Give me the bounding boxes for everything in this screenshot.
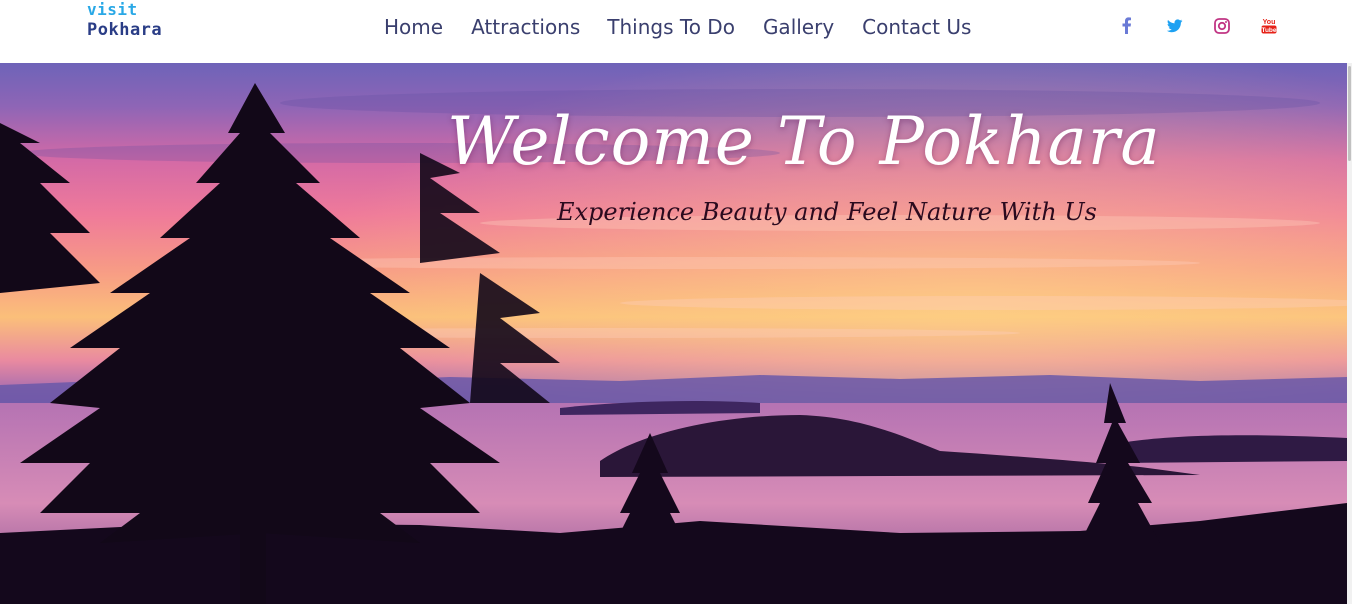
youtube-link[interactable]: You Tube [1260,14,1278,38]
twitter-icon [1166,19,1183,33]
nav-things-to-do[interactable]: Things To Do [607,15,735,39]
hero-subtitle: Experience Beauty and Feel Nature With U… [557,198,1097,226]
scrollbar-thumb[interactable] [1348,66,1351,161]
site-logo[interactable]: visit Pokhara [87,2,162,39]
facebook-link[interactable] [1119,14,1133,38]
svg-text:You: You [1263,19,1276,26]
nav-home[interactable]: Home [384,15,443,39]
youtube-icon: You Tube [1261,19,1276,34]
site-header: visit Pokhara Home Attractions Things To… [0,0,1352,63]
facebook-icon [1122,17,1131,34]
instagram-link[interactable] [1213,14,1231,38]
nav-contact-us[interactable]: Contact Us [862,15,971,39]
hero-title: Welcome To Pokhara [447,103,1161,180]
svg-text:Tube: Tube [1261,27,1276,34]
nav-gallery[interactable]: Gallery [763,15,834,39]
logo-line-pokhara: Pokhara [87,20,163,40]
main-navigation: Home Attractions Things To Do Gallery Co… [384,12,971,42]
logo-line-visit: visit [87,0,138,19]
hero-banner: Welcome To Pokhara Experience Beauty and… [0,63,1347,604]
instagram-icon [1214,18,1230,34]
twitter-link[interactable] [1166,14,1184,38]
nav-attractions[interactable]: Attractions [471,15,580,39]
